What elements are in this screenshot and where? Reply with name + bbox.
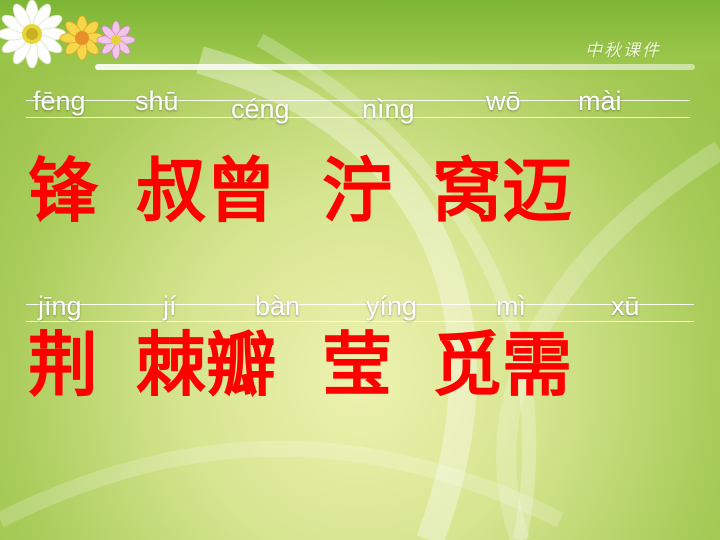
pinyin-mi: mì — [496, 291, 526, 321]
header-divider — [95, 64, 695, 70]
pinyin-ji: jí — [163, 291, 177, 321]
hanzi-jing: 荆 — [28, 324, 98, 406]
pinyin-shu: shū — [135, 86, 179, 116]
pinyin-guide-line — [26, 117, 690, 118]
slide: 中秋课件 fēng shū céng nìng wō mài 锋 叔曾 泞 窝迈… — [0, 0, 720, 540]
brand-text: 中秋课件 — [585, 41, 661, 61]
hanzi-ji-ban: 棘瓣 — [136, 324, 276, 406]
pinyin-feng: fēng — [33, 86, 86, 116]
pink-flower-icon — [96, 20, 136, 60]
pinyin-guide-line — [26, 304, 694, 305]
pinyin-mai: mài — [578, 86, 622, 116]
background-swoosh — [0, 33, 720, 540]
pinyin-ning: nìng — [362, 94, 415, 124]
hanzi-ying: 莹 — [322, 324, 392, 406]
pinyin-wo: wō — [486, 86, 521, 116]
pinyin-xu: xū — [611, 291, 640, 321]
pinyin-ban: bàn — [255, 291, 301, 321]
hanzi-mi-xu: 觅需 — [432, 324, 572, 406]
pinyin-guide-line — [26, 321, 694, 322]
hanzi-shu-ceng: 叔曾 — [136, 150, 276, 232]
hanzi-feng: 锋 — [28, 150, 98, 232]
pinyin-jing: jīng — [38, 291, 82, 321]
hanzi-ning: 泞 — [322, 150, 392, 232]
daisy-flower-icon — [0, 0, 67, 69]
pinyin-ying: yíng — [366, 291, 418, 321]
pinyin-ceng: céng — [231, 94, 290, 124]
yellow-flower-icon — [59, 15, 105, 61]
hanzi-wo-mai: 窝迈 — [432, 150, 572, 232]
